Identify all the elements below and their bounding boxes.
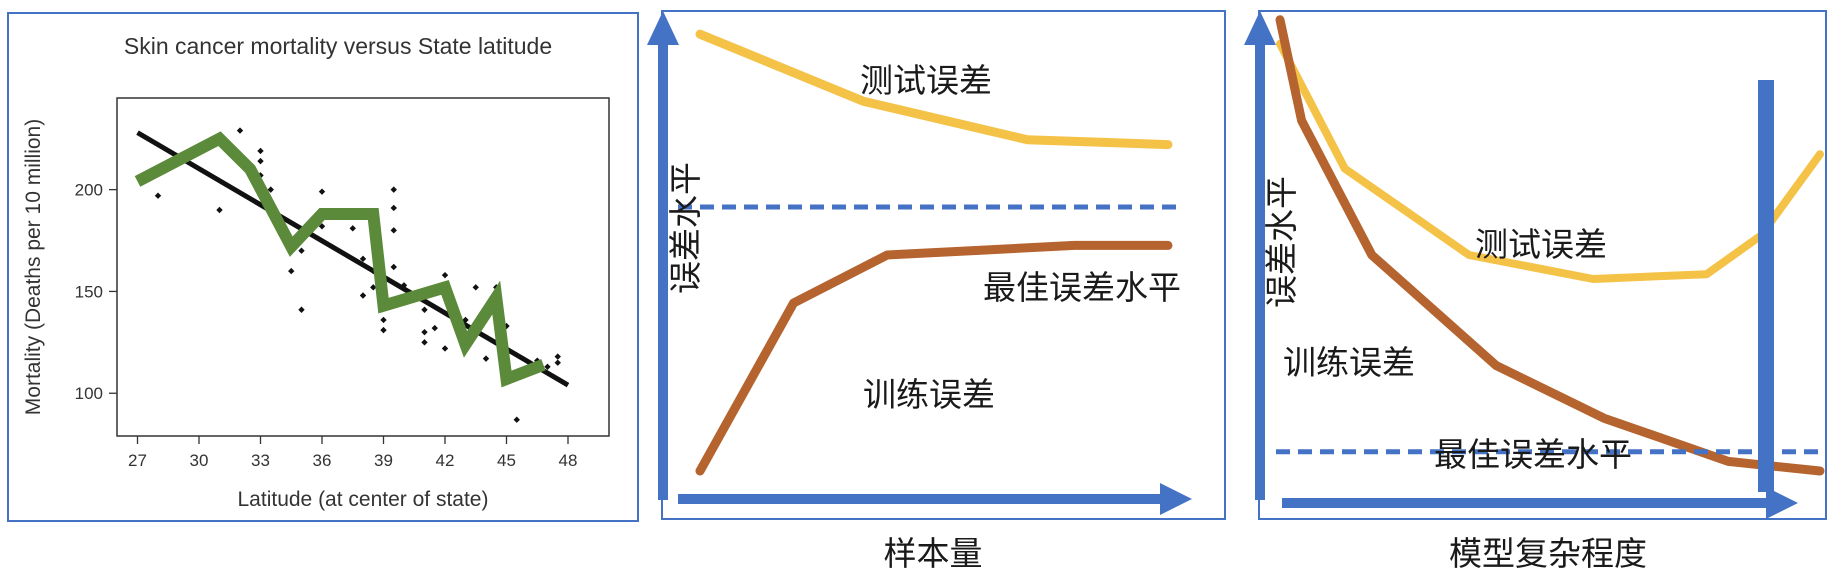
figure-canvas: Skin cancer mortality versus State latit…: [7, 10, 1827, 573]
scatter-point: [431, 324, 438, 332]
scatter-point: [298, 247, 305, 254]
y-tick-label: 100: [75, 384, 103, 403]
panel-complexity: 测试误差 训练误差 最佳误差水平 误差水平 模型复杂程度: [1244, 10, 1827, 573]
x-tick-label: 36: [313, 451, 332, 470]
scatter-point: [318, 188, 326, 195]
x-tick-label: 27: [128, 451, 147, 470]
scatter-point: [288, 267, 295, 275]
panel-sample-size: 测试误差 最佳误差水平 训练误差 误差水平 样本量: [647, 10, 1226, 573]
complexity-x-label: 模型复杂程度: [1449, 534, 1647, 573]
scatter-points: [154, 127, 561, 423]
x-axis-arrow-head: [1160, 483, 1192, 515]
sample-y-label: 误差水平: [666, 162, 705, 294]
x-tick-label: 30: [190, 451, 209, 470]
x-tick-label: 33: [251, 451, 270, 470]
scatter-point: [421, 328, 428, 336]
scatter-point: [236, 127, 244, 134]
x-axis-arrow-shaft: [1282, 498, 1770, 508]
scatter-point: [257, 157, 264, 165]
scatter-point: [390, 263, 397, 271]
x-axis-arrow-shaft: [678, 494, 1164, 504]
scatter-point: [421, 306, 428, 313]
sample-x-label: 样本量: [884, 534, 983, 573]
complexity-best-error-label: 最佳误差水平: [1434, 435, 1632, 474]
scatter-point: [257, 147, 264, 155]
scatter-point: [216, 206, 223, 214]
scatter-point: [421, 339, 428, 346]
sample-train-error-label: 训练误差: [863, 375, 995, 414]
scatter-point: [349, 225, 356, 232]
y-axis-arrow-head: [647, 11, 679, 45]
x-tick-label: 42: [436, 451, 455, 470]
scatter-point: [441, 345, 449, 352]
sample-best-error-label: 最佳误差水平: [983, 268, 1181, 307]
optimal-complexity-marker: [1758, 80, 1774, 492]
scatter-point: [359, 292, 367, 299]
panel-scatter: Skin cancer mortality versus State latit…: [7, 12, 639, 522]
y-tick-label: 200: [75, 181, 103, 200]
scatter-point: [298, 306, 305, 313]
scatter-point: [513, 416, 520, 423]
scatter-point: [441, 271, 449, 279]
sample-test-error-label: 测试误差: [860, 61, 992, 100]
y-axis-arrow-head: [1244, 11, 1276, 45]
panel-scatter-frame: [7, 12, 639, 522]
x-tick-label: 39: [374, 451, 393, 470]
scatter-point: [472, 284, 479, 291]
complexity-test-error-label: 测试误差: [1475, 225, 1607, 264]
scatter-point: [390, 227, 397, 234]
scatter-x-label: Latitude (at center of state): [238, 488, 489, 511]
x-tick-label: 48: [559, 451, 578, 470]
scatter-point: [482, 355, 490, 362]
scatter-point: [380, 316, 387, 324]
scatter-point: [554, 359, 561, 366]
complexity-y-label: 误差水平: [1262, 176, 1301, 308]
scatter-point: [154, 192, 162, 199]
y-tick-label: 150: [75, 282, 103, 301]
complexity-train-error-label: 训练误差: [1283, 343, 1415, 382]
scatter-point: [390, 186, 397, 193]
scatter-point: [380, 326, 387, 334]
scatter-title: Skin cancer mortality versus State latit…: [124, 33, 552, 59]
scatter-point: [390, 204, 397, 212]
scatter-y-label: Mortality (Deaths per 10 million): [22, 119, 45, 415]
scatter-point: [554, 353, 561, 360]
overfit-zigzag-line: [134, 131, 546, 388]
x-tick-label: 45: [497, 451, 516, 470]
